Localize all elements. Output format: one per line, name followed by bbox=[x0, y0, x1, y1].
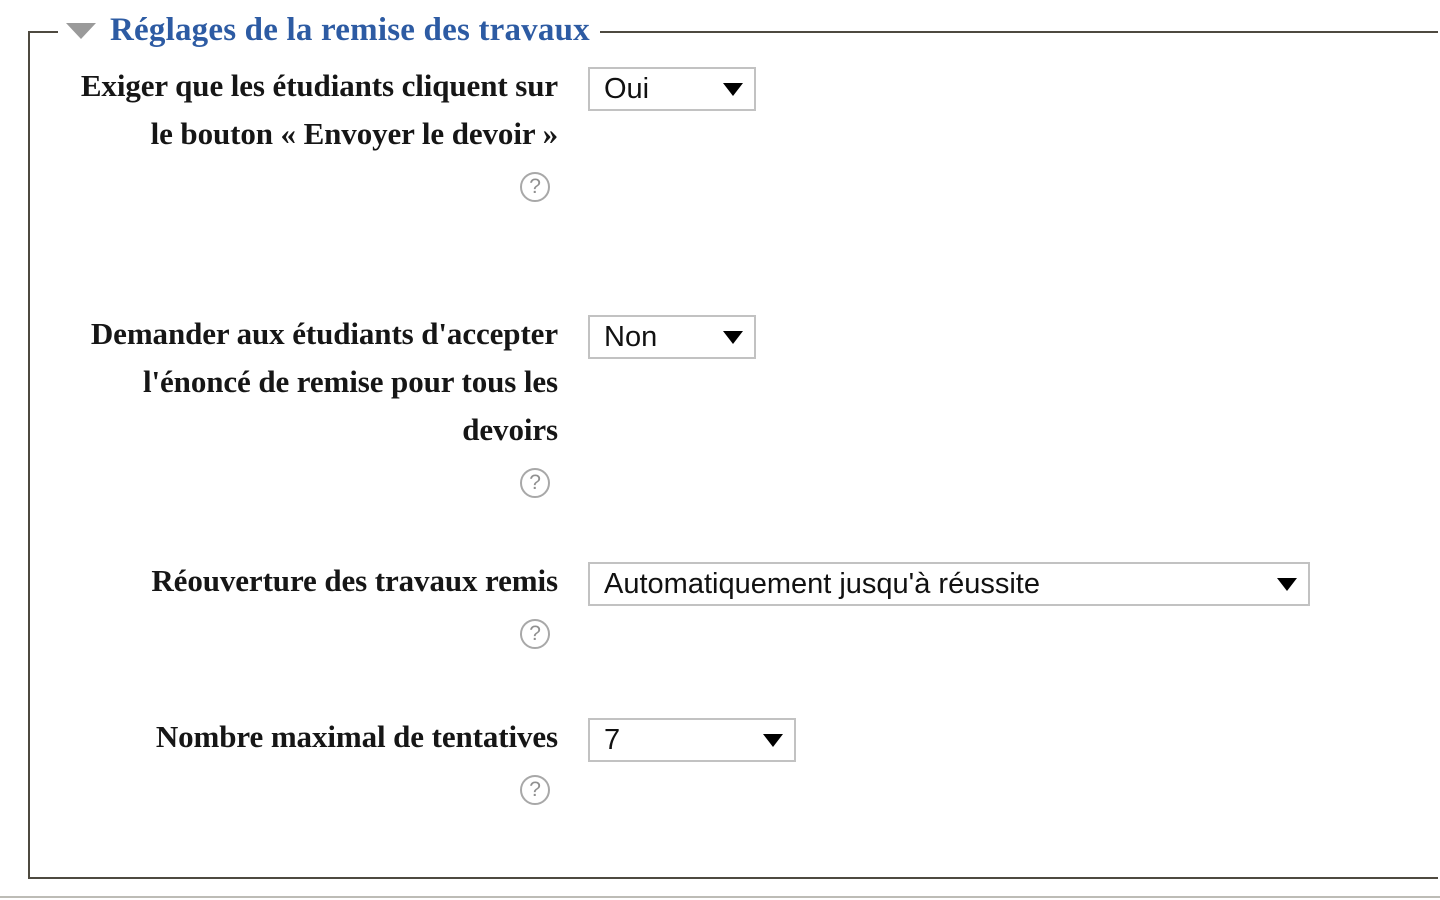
label-text: Demander aux étudiants d'accepter l'énon… bbox=[90, 316, 558, 447]
select-value: Automatiquement jusqu'à réussite bbox=[604, 567, 1040, 600]
chevron-down-icon[interactable] bbox=[1277, 577, 1297, 591]
field-label-require-click: Exiger que les étudiants cliquent sur le… bbox=[58, 62, 558, 208]
help-icon[interactable]: ? bbox=[520, 171, 550, 202]
select-reopen-attempts[interactable]: Automatiquement jusqu'à réussite bbox=[588, 562, 1310, 606]
field-label-submission-statement: Demander aux étudiants d'accepter l'énon… bbox=[58, 310, 558, 504]
section-title: Réglages de la remise des travaux bbox=[110, 11, 590, 48]
select-require-click[interactable]: Oui bbox=[588, 67, 756, 111]
form-row-reopen-attempts: Réouverture des travaux remis ? Automati… bbox=[58, 557, 1310, 655]
field-control-max-attempts: 7 bbox=[588, 713, 796, 762]
help-wrapper: ? bbox=[58, 456, 558, 504]
help-icon[interactable]: ? bbox=[520, 467, 550, 498]
page-bottom-divider bbox=[0, 896, 1440, 898]
select-value: 7 bbox=[604, 723, 621, 756]
label-text: Réouverture des travaux remis bbox=[151, 563, 558, 598]
help-wrapper: ? bbox=[58, 607, 558, 655]
field-label-max-attempts: Nombre maximal de tentatives ? bbox=[58, 713, 558, 811]
triangle-down-icon[interactable] bbox=[66, 23, 96, 39]
help-wrapper: ? bbox=[58, 763, 558, 811]
form-row-submission-statement: Demander aux étudiants d'accepter l'énon… bbox=[58, 310, 756, 504]
label-text: Nombre maximal de tentatives bbox=[155, 719, 558, 754]
field-control-submission-statement: Non bbox=[588, 310, 756, 359]
field-label-reopen-attempts: Réouverture des travaux remis ? bbox=[58, 557, 558, 655]
chevron-down-icon[interactable] bbox=[723, 330, 743, 344]
field-control-reopen-attempts: Automatiquement jusqu'à réussite bbox=[588, 557, 1310, 606]
chevron-down-icon[interactable] bbox=[723, 82, 743, 96]
help-icon[interactable]: ? bbox=[520, 774, 550, 805]
select-value: Oui bbox=[604, 72, 650, 105]
field-control-require-click: Oui bbox=[588, 62, 756, 111]
select-max-attempts[interactable]: 7 bbox=[588, 718, 796, 762]
select-value: Non bbox=[604, 320, 658, 353]
form-row-require-click: Exiger que les étudiants cliquent sur le… bbox=[58, 62, 756, 208]
chevron-down-icon[interactable] bbox=[763, 733, 783, 747]
help-wrapper: ? bbox=[58, 160, 558, 208]
select-submission-statement[interactable]: Non bbox=[588, 315, 756, 359]
help-icon[interactable]: ? bbox=[520, 618, 550, 649]
label-text: Exiger que les étudiants cliquent sur le… bbox=[80, 68, 558, 151]
form-row-max-attempts: Nombre maximal de tentatives ? 7 bbox=[58, 713, 796, 811]
section-legend[interactable]: Réglages de la remise des travaux bbox=[58, 8, 600, 52]
